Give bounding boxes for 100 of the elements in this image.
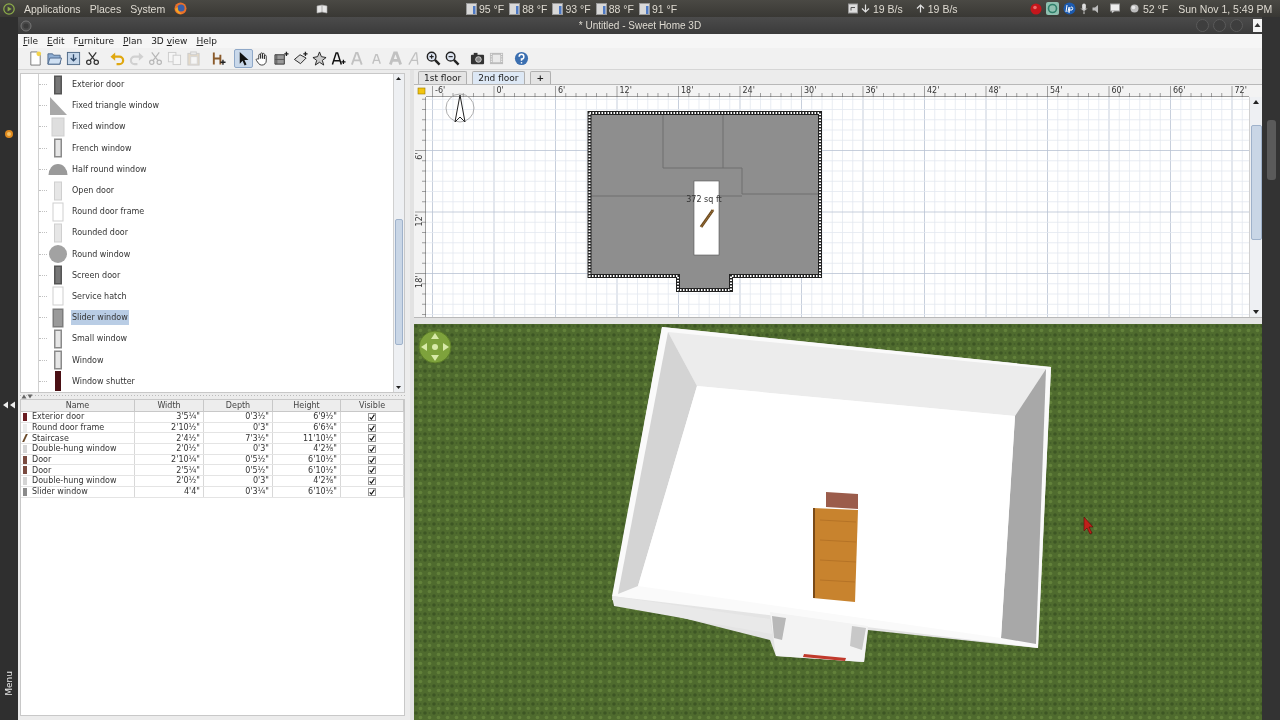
tree-item[interactable]: Window shutter xyxy=(71,373,136,389)
column-header[interactable]: Height xyxy=(273,400,341,411)
scrollbar-thumb[interactable] xyxy=(1251,125,1262,240)
floor-tab[interactable]: 2nd floor xyxy=(472,71,525,84)
toolbar-button[interactable] xyxy=(83,49,102,68)
tree-item[interactable]: Screen door xyxy=(71,267,122,283)
table-cell: 0'3" xyxy=(204,444,273,454)
gauge-icon[interactable] xyxy=(509,2,521,15)
record-dot-icon[interactable] xyxy=(1030,2,1042,15)
mouse-pointer-icon xyxy=(1083,516,1094,535)
letter-icon xyxy=(369,51,384,66)
tree-item[interactable]: Half round window xyxy=(71,161,148,177)
checkbox[interactable] xyxy=(368,476,376,485)
tree-item[interactable]: Open door xyxy=(71,183,116,199)
round-logo-icon[interactable] xyxy=(1063,2,1076,15)
clock[interactable]: Sun Nov 1, 5:49 PM xyxy=(1178,2,1273,15)
menu-item[interactable]: 3D view xyxy=(148,36,191,46)
menu-item[interactable]: Help xyxy=(193,36,220,46)
temperature-reading: 88 °F xyxy=(608,2,634,15)
ruler-label: 6' xyxy=(558,86,566,95)
tree-item[interactable]: Rounded door xyxy=(71,225,129,241)
film-icon xyxy=(489,51,504,66)
panel-menu[interactable]: Places xyxy=(89,2,122,15)
table-cell: Door xyxy=(32,465,52,475)
book-icon[interactable] xyxy=(316,2,328,15)
tree-item[interactable]: Round door frame xyxy=(71,204,146,220)
checkbox[interactable] xyxy=(368,434,376,443)
table-cell: 6'10½" xyxy=(273,465,341,476)
staircase-icon[interactable] xyxy=(699,209,715,228)
tree-item[interactable]: Window xyxy=(71,352,105,368)
toolbar-button[interactable] xyxy=(443,49,462,68)
compass-icon[interactable] xyxy=(445,93,475,123)
checkbox[interactable] xyxy=(368,412,376,421)
ruler-label: 54' xyxy=(1050,86,1063,95)
status-dot-icon[interactable] xyxy=(4,129,14,139)
vertical-scrollbar[interactable] xyxy=(1249,97,1262,317)
play-circle-icon[interactable] xyxy=(3,2,15,15)
ruler-label: 18' xyxy=(415,275,424,288)
double-arrow-icon[interactable] xyxy=(2,401,16,409)
panel-menu[interactable]: Applications xyxy=(24,2,81,15)
toolbar-button[interactable] xyxy=(310,49,329,68)
tree-item[interactable]: Slider window xyxy=(71,310,129,326)
gauge-icon[interactable] xyxy=(466,2,477,15)
zoom-in-icon xyxy=(426,51,441,66)
menu-item[interactable]: Plan xyxy=(119,36,146,46)
checkbox[interactable] xyxy=(368,487,376,496)
checkbox[interactable] xyxy=(368,455,376,464)
tree-item[interactable]: Fixed window xyxy=(71,119,127,135)
tree-item[interactable]: Exterior door xyxy=(71,77,126,93)
tree-item[interactable]: French window xyxy=(71,140,133,156)
table-cell: 2'0½" xyxy=(135,476,204,486)
column-header[interactable]: Visible xyxy=(341,400,404,411)
tree-item[interactable]: Round window xyxy=(71,246,132,262)
ring-icon[interactable] xyxy=(1046,2,1059,15)
speaker-icon[interactable] xyxy=(1092,2,1100,15)
floor-tab[interactable]: 1st floor xyxy=(418,71,468,84)
vertical-scrollbar[interactable] xyxy=(393,74,404,392)
ruler-label: -6' xyxy=(435,86,446,95)
ruler-label: 30' xyxy=(804,86,817,95)
menu-item[interactable]: File xyxy=(20,36,42,46)
scrollbar-thumb[interactable] xyxy=(395,219,403,345)
table-cell: 11'10½" xyxy=(273,433,341,444)
gauge-icon[interactable] xyxy=(638,2,650,15)
checkbox[interactable] xyxy=(368,466,376,475)
gauge-icon[interactable] xyxy=(595,2,607,15)
menu-item[interactable]: Edit xyxy=(44,36,68,46)
chat-icon[interactable] xyxy=(1110,3,1120,14)
globe-icon[interactable] xyxy=(174,2,188,15)
column-header[interactable]: Name xyxy=(21,400,135,411)
side-menu-label[interactable]: Menu xyxy=(4,671,14,696)
toolbar-button[interactable] xyxy=(329,49,348,68)
toolbar-button[interactable] xyxy=(272,49,291,68)
table-cell: 6'9½" xyxy=(273,412,341,422)
navigation-arrows-icon[interactable] xyxy=(418,330,452,364)
collapse-arrows-icon[interactable] xyxy=(21,393,33,399)
toolbar-button[interactable] xyxy=(234,49,253,68)
column-header[interactable]: Depth xyxy=(204,400,273,411)
checkbox[interactable] xyxy=(368,444,376,453)
scrollbar-thumb[interactable] xyxy=(1266,120,1276,180)
weather-icon[interactable] xyxy=(1130,4,1139,13)
toolbar-button[interactable] xyxy=(64,49,83,68)
tree-item[interactable]: Service hatch xyxy=(71,288,128,304)
tree-item[interactable]: Fixed triangle window xyxy=(71,98,160,114)
scroll-up-arrow-icon[interactable] xyxy=(394,74,403,83)
checkbox[interactable] xyxy=(368,423,376,432)
column-header[interactable]: Width xyxy=(135,400,204,411)
scroll-down-arrow-icon[interactable] xyxy=(394,383,403,392)
copy-icon xyxy=(167,51,182,66)
table-cell: Round door frame xyxy=(32,423,105,433)
add-level-tab[interactable]: + xyxy=(529,71,552,84)
tree-item[interactable]: Small window xyxy=(71,331,129,347)
toolbar-button[interactable] xyxy=(424,49,443,68)
menu-item[interactable]: Furniture xyxy=(70,36,117,46)
gauge-icon[interactable] xyxy=(552,2,564,15)
table-cell: Double-hung window xyxy=(32,444,117,454)
microphone-icon[interactable] xyxy=(1080,2,1088,15)
network-icon[interactable] xyxy=(848,3,858,14)
window-title: * Untitled - Sweet Home 3D xyxy=(578,20,702,31)
panel-menu[interactable]: System xyxy=(130,2,166,15)
upload-arrow-icon xyxy=(915,4,925,13)
